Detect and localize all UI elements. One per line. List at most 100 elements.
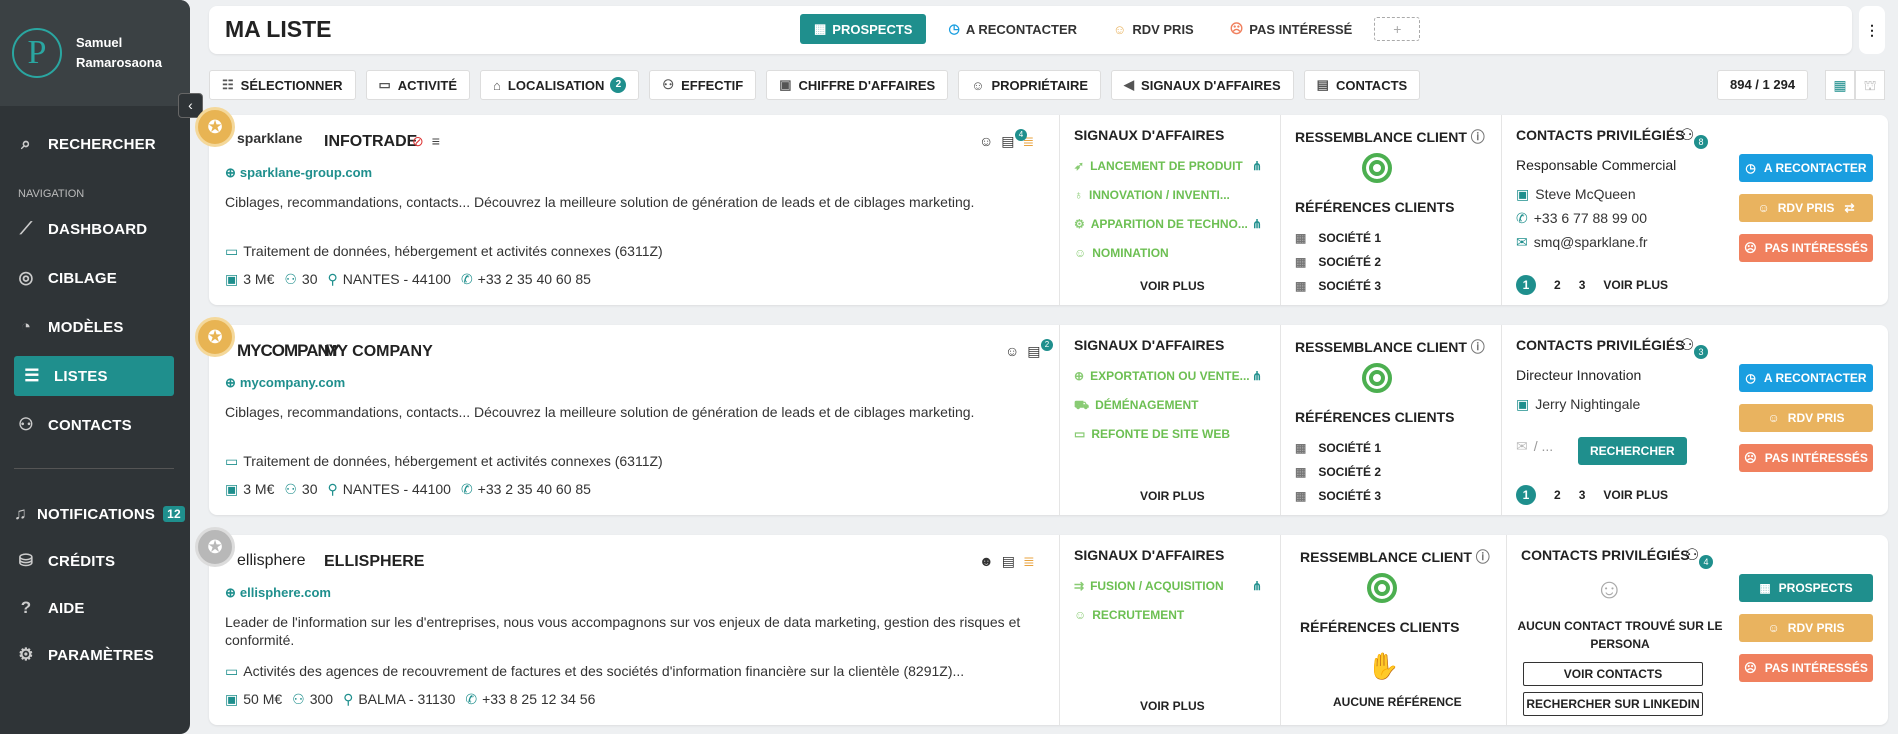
voir-plus-link[interactable]: VOIR PLUS [1140,279,1205,293]
signal-item[interactable]: ⛟ DÉMÉNAGEMENT [1074,398,1198,414]
sidebar-item-credits[interactable]: ⛁ CRÉDITS [14,541,174,581]
globe-icon: ⊕ [225,375,236,390]
page-3[interactable]: 3 [1579,278,1586,292]
company-card[interactable]: ✪ ellisphere ELLISPHERE ⊕ ellisphere.com … [195,527,1888,725]
user-icon[interactable]: ☺ [979,133,1001,149]
voir-plus-link[interactable]: VOIR PLUS [1140,489,1205,503]
sidebar-item-dashboard[interactable]: ⟋ DASHBOARD [14,209,174,249]
task-list-icon[interactable]: ≣ [1023,553,1043,569]
rdv-pris-button[interactable]: ☺ RDV PRIS ⇄ [1739,194,1873,222]
rechercher-linkedin-button[interactable]: RECHERCHER SUR LINKEDIN [1523,692,1703,716]
filter-localisation[interactable]: ⌂ LOCALISATION 2 [480,70,640,100]
sidebar-item-parametres[interactable]: ⚙ PARAMÈTRES [14,635,174,675]
prospects-button[interactable]: ▦ PROSPECTS [1739,574,1873,602]
sidebar-item-modeles[interactable]: ◔ MODÈLES [14,307,174,347]
sidebar-search[interactable]: ⌕ RECHERCHER [14,124,174,164]
voir-contacts-button[interactable]: VOIR CONTACTS [1523,662,1703,686]
reference-item[interactable]: ▦ SOCIÉTÉ 3 [1295,279,1381,293]
filter-activite[interactable]: ▭ ACTIVITÉ [365,70,471,100]
contact-email[interactable]: ✉ smq@sparklane.fr [1516,234,1648,251]
tab-prospects[interactable]: ▦ PROSPECTS [800,14,927,44]
banknote-icon: ▣ [225,691,239,707]
company-meta: ▣ 50 M€ ⚇ 300 ⚲ BALMA - 31130 ✆ +33 8 25 12 … [225,691,596,707]
company-website[interactable]: ⊕ mycompany.com [225,375,345,391]
filter-proprietaire[interactable]: ☺ PROPRIÉTAIRE [958,70,1102,100]
tab-rdv-pris[interactable]: ☺ RDV PRIS [1099,14,1208,44]
page-2[interactable]: 2 [1554,278,1561,292]
rechercher-contact-button[interactable]: RECHERCHER [1578,437,1687,465]
filter-effectif[interactable]: ⚇ EFFECTIF [649,70,757,100]
map-icon: ⌂ [493,77,501,93]
voir-plus-link[interactable]: VOIR PLUS [1140,699,1205,713]
rdv-pris-button[interactable]: ☺ RDV PRIS [1739,614,1873,642]
company-website[interactable]: ⊕ ellisphere.com [225,585,331,601]
signal-item[interactable]: ☺ NOMINATION [1074,246,1169,260]
company-card[interactable]: ✪ sparklane INFOTRADE ⊘≡ ⊕ sparklane-grou… [195,107,1888,305]
filter-signaux[interactable]: ◀ SIGNAUX D'AFFAIRES [1111,70,1294,100]
tab-pas-interesse[interactable]: ☹ PAS INTÉRESSÉ [1216,14,1367,44]
company-website[interactable]: ⊕ sparklane-group.com [225,165,372,181]
company-card[interactable]: ✪ MYCOMPANY MY COMPANY ⊕ mycompany.com Ci… [195,317,1888,515]
linkedin-icon: ▣ [1516,396,1530,412]
filter-selectionner[interactable]: ☷ SÉLECTIONNER [209,70,356,100]
contacts-group-icon[interactable]: ⚇ 3 [1680,335,1708,359]
filter-contacts[interactable]: ▤ CONTACTS [1303,70,1421,100]
tab-a-recontacter[interactable]: ◷ A RECONTACTER [934,14,1091,44]
more-menu-button[interactable]: ⋮ [1859,6,1885,54]
pas-interesses-button[interactable]: ☹ PAS INTÉRESSÉS [1739,444,1873,472]
linkedin-icon: ▣ [1516,186,1530,202]
contact-masked: ✉ / ... [1516,438,1554,454]
signal-item[interactable]: ⊕ EXPORTATION OU VENTE... ⋔ [1074,369,1262,383]
contact-name[interactable]: ▣ Steve McQueen [1516,186,1636,203]
filter-chiffre-affaires[interactable]: ▣ CHIFFRE D'AFFAIRES [766,70,949,100]
signal-item[interactable]: ▭ REFONTE DE SITE WEB [1074,427,1230,441]
notes-icon[interactable]: ▤ [1002,553,1023,569]
contacts-group-icon[interactable]: ⚇ 4 [1685,545,1713,569]
sidebar-item-notifications[interactable]: ♫ NOTIFICATIONS 12 [14,494,185,534]
signal-item[interactable]: ♁ INNOVATION / INVENTI... [1074,188,1230,202]
page-1[interactable]: 1 [1516,485,1536,505]
user-name[interactable]: Samuel Ramarosaona [76,33,162,73]
sidebar-item-aide[interactable]: ? AIDE [14,588,174,628]
reference-item[interactable]: ▦ SOCIÉTÉ 2 [1295,465,1381,479]
signal-item[interactable]: ➶ LANCEMENT DE PRODUIT ⋔ [1074,159,1262,173]
voir-plus-link[interactable]: VOIR PLUS [1603,278,1668,292]
pas-interesses-button[interactable]: ☹ PAS INTÉRESSÉS [1739,234,1873,262]
rdv-pris-button[interactable]: ☺ RDV PRIS [1739,404,1873,432]
reference-item[interactable]: ▦ SOCIÉTÉ 3 [1295,489,1381,503]
reference-item[interactable]: ▦ SOCIÉTÉ 1 [1295,231,1381,245]
org-tree-icon: ⋔ [1252,159,1263,173]
help-icon[interactable]: ⓘ [1471,129,1485,145]
map-view-button[interactable]: ⛫ [1855,70,1885,100]
add-tab-button[interactable]: + [1374,17,1421,41]
help-icon[interactable]: ⓘ [1476,549,1490,565]
company-name[interactable]: MY COMPANY [324,343,433,361]
contact-role: Responsable Commercial [1516,157,1677,173]
frown-icon: ☹ [1744,661,1757,675]
signal-item[interactable]: ☺ RECRUTEMENT [1074,608,1184,622]
contact-phone[interactable]: ✆ +33 6 77 88 99 00 [1516,210,1647,227]
company-name[interactable]: INFOTRADE [324,133,417,151]
table-view-button[interactable]: ▦ [1825,70,1855,100]
signal-item[interactable]: ⚙ APPARITION DE TECHNO... ⋔ [1074,217,1262,231]
page-3[interactable]: 3 [1579,488,1586,502]
page-1[interactable]: 1 [1516,275,1536,295]
reference-item[interactable]: ▦ SOCIÉTÉ 1 [1295,441,1381,455]
sidebar-item-ciblage[interactable]: ◎ CIBLAGE [14,258,174,298]
a-recontacter-button[interactable]: ◷ A RECONTACTER [1739,154,1873,182]
sidebar-item-contacts[interactable]: ⚇ CONTACTS [14,405,174,445]
contact-name[interactable]: ▣ Jerry Nightingale [1516,396,1640,413]
page-2[interactable]: 2 [1554,488,1561,502]
sidebar-item-listes[interactable]: ☰ LISTES [14,356,174,396]
pas-interesses-button[interactable]: ☹ PAS INTÉRESSÉS [1739,654,1873,682]
reference-item[interactable]: ▦ SOCIÉTÉ 2 [1295,255,1381,269]
voir-plus-link[interactable]: VOIR PLUS [1603,488,1668,502]
a-recontacter-button[interactable]: ◷ A RECONTACTER [1739,364,1873,392]
contacts-group-icon[interactable]: ⚇ 8 [1680,125,1708,149]
company-name[interactable]: ELLISPHERE [324,553,424,571]
signal-item[interactable]: ⇉ FUSION / ACQUISITION ⋔ [1074,579,1262,593]
help-icon[interactable]: ⓘ [1471,339,1485,355]
notifications-badge: 12 [163,506,185,522]
user-icon[interactable]: ☺ [1005,343,1027,359]
user-filled-icon[interactable]: ☻ [979,553,1002,569]
